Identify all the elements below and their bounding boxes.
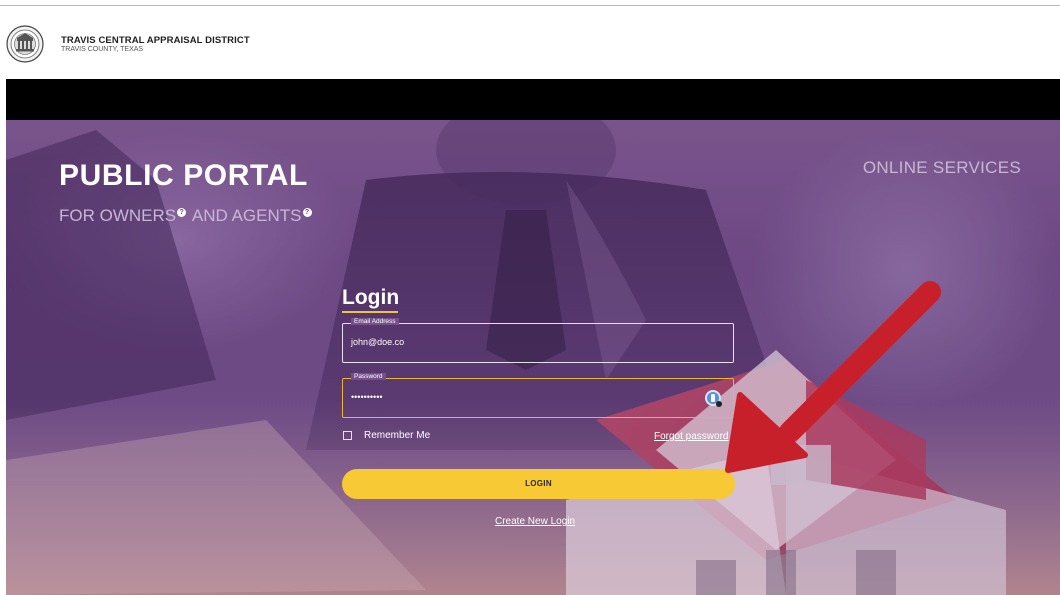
red-arrow-annotation [725,281,941,473]
